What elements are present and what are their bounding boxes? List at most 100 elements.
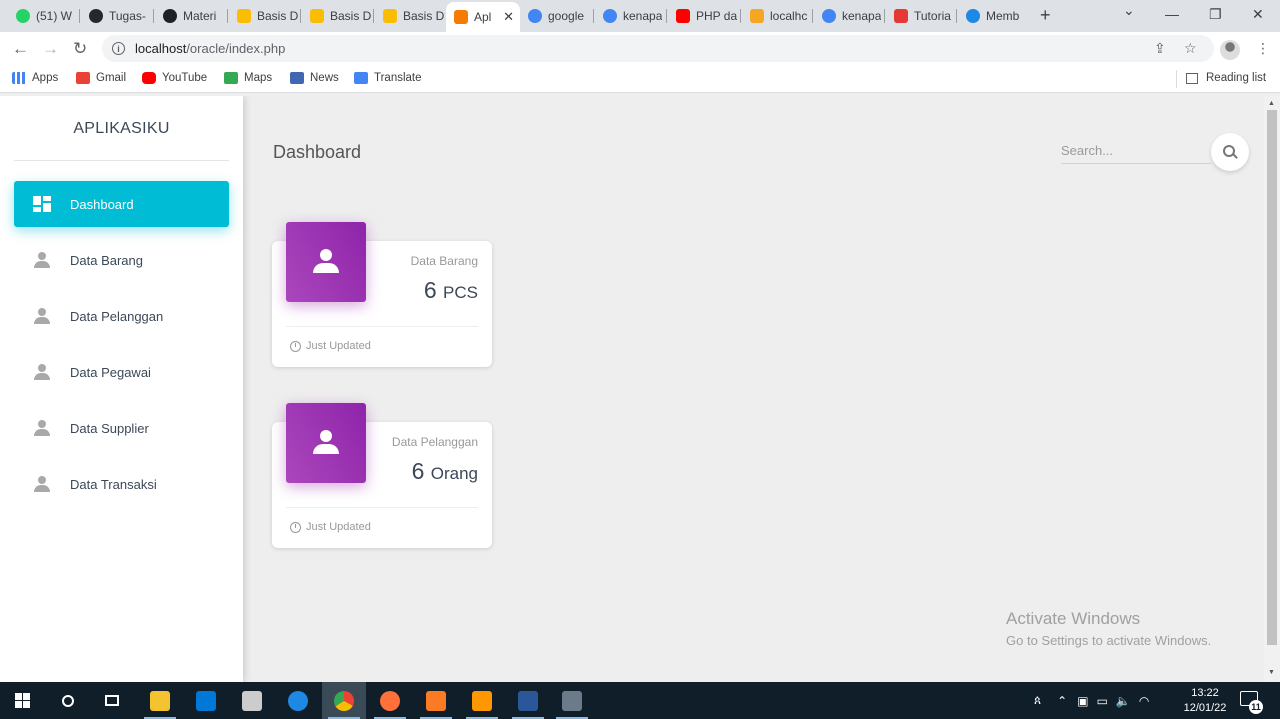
- taskbar: ጰ ⌃ ▣ ▭ 🔈 ◠ 13:22 12/01/22 11: [0, 682, 1280, 719]
- close-window-button[interactable]: ✕: [1252, 6, 1264, 23]
- share-icon[interactable]: ⇪: [1154, 40, 1166, 57]
- bookmark-gmail[interactable]: Gmail: [76, 72, 126, 84]
- menu-kebab-icon[interactable]: ⋮: [1256, 40, 1270, 57]
- browser-tab[interactable]: Basis D: [229, 5, 299, 27]
- card-value: 6 PCS: [423, 277, 478, 303]
- browser-tab[interactable]: localhc: [742, 5, 812, 27]
- tab-separator: [666, 9, 667, 23]
- reload-icon[interactable]: ↻: [73, 39, 87, 59]
- notification-count-badge: 11: [1249, 700, 1263, 714]
- scroll-down-icon[interactable]: ▼: [1268, 669, 1275, 676]
- taskbar-app[interactable]: [184, 682, 228, 719]
- minimize-button[interactable]: —: [1165, 6, 1179, 22]
- stat-card-data-barang: Data Barang 6 PCS Just Updated: [272, 222, 492, 367]
- windows-logo-icon: [14, 693, 30, 708]
- sidebar-item-data-transaksi[interactable]: Data Transaksi: [14, 461, 229, 507]
- page-title[interactable]: Dashboard: [273, 142, 361, 163]
- taskbar-clock[interactable]: 13:22 12/01/22: [1176, 686, 1234, 716]
- browser-tab[interactable]: google: [520, 5, 592, 27]
- tab-separator: [373, 9, 374, 23]
- scroll-up-icon[interactable]: ▲: [1268, 100, 1275, 107]
- taskbar-app[interactable]: [368, 682, 412, 719]
- card-icon-box: [286, 222, 366, 302]
- tutorial-site-icon: [894, 9, 908, 23]
- google-drive-icon: [310, 9, 324, 23]
- taskbar-app[interactable]: [506, 682, 550, 719]
- maps-icon: [224, 72, 238, 84]
- edge-icon: [288, 690, 308, 711]
- sidebar-item-data-pegawai[interactable]: Data Pegawai: [14, 349, 229, 395]
- system-tray: ጰ ⌃ ▣ ▭ 🔈 ◠: [1034, 682, 1149, 719]
- people-icon[interactable]: ጰ: [1034, 693, 1041, 708]
- battery-icon[interactable]: ▭: [1097, 694, 1108, 708]
- taskbar-app[interactable]: [550, 682, 594, 719]
- browser-tab[interactable]: Tugas-: [81, 5, 151, 27]
- sidebar-item-data-pelanggan[interactable]: Data Pelanggan: [14, 293, 229, 339]
- task-view-button[interactable]: [90, 682, 134, 719]
- reading-list-button[interactable]: Reading list: [1186, 72, 1266, 84]
- bookmark-maps[interactable]: Maps: [224, 72, 272, 84]
- taskbar-app[interactable]: [414, 682, 458, 719]
- page-scrollbar[interactable]: ▲ ▼: [1264, 96, 1280, 682]
- scrollbar-thumb[interactable]: [1267, 110, 1277, 645]
- url-path: /oracle/index.php: [186, 41, 286, 56]
- browser-tab[interactable]: kenapa: [595, 5, 665, 27]
- sidebar-item-label: Data Pelanggan: [70, 308, 164, 324]
- browser-tab[interactable]: Materi: [155, 5, 225, 27]
- search-button[interactable]: [1211, 133, 1249, 171]
- brand-logo-text[interactable]: APLIKASIKU: [0, 120, 243, 138]
- bookmark-translate[interactable]: Translate: [354, 72, 422, 84]
- profile-avatar[interactable]: [1220, 40, 1240, 60]
- close-tab-icon[interactable]: ✕: [497, 9, 514, 25]
- bookmark-star-icon[interactable]: ☆: [1184, 40, 1197, 57]
- taskbar-app[interactable]: [322, 682, 366, 719]
- browser-tab-active[interactable]: Apl ✕: [446, 2, 520, 32]
- google-icon: [822, 9, 836, 23]
- browser-toolbar: ← → ↻ i localhost/oracle/index.php ⇪ ☆ ⋮: [0, 32, 1280, 65]
- bookmark-youtube[interactable]: YouTube: [142, 72, 207, 84]
- card-footer: Just Updated: [290, 340, 371, 352]
- taskbar-app[interactable]: [230, 682, 274, 719]
- browser-tab[interactable]: kenapa: [814, 5, 884, 27]
- browser-tabstrip: (51) W Tugas- Materi Basis D Basis D Bas…: [0, 0, 1280, 32]
- page-viewport: APLIKASIKU Dashboard Data Barang Data Pe…: [0, 96, 1264, 682]
- chevron-up-icon[interactable]: ⌃: [1057, 694, 1067, 708]
- address-bar[interactable]: i localhost/oracle/index.php: [102, 35, 1214, 62]
- google-icon: [528, 9, 542, 23]
- divider: [286, 507, 478, 508]
- forward-arrow-icon[interactable]: →: [42, 39, 59, 59]
- github-icon: [89, 9, 103, 23]
- wifi-icon[interactable]: ◠: [1139, 694, 1149, 708]
- taskbar-app[interactable]: [138, 682, 182, 719]
- browser-tab[interactable]: Memb: [958, 5, 1028, 27]
- bookmark-apps[interactable]: Apps: [12, 72, 58, 84]
- browser-tab[interactable]: Tutoria: [886, 5, 956, 27]
- browser-tab[interactable]: Basis D: [302, 5, 372, 27]
- tab-search-chevron-icon[interactable]: ⌄: [1123, 2, 1135, 19]
- youtube-icon: [676, 9, 690, 23]
- network-icon[interactable]: ▣: [1077, 694, 1088, 708]
- browser-tab[interactable]: PHP da: [668, 5, 740, 27]
- new-tab-button[interactable]: +: [1040, 5, 1051, 26]
- sidebar-item-data-supplier[interactable]: Data Supplier: [14, 405, 229, 451]
- task-view-icon: [105, 695, 119, 706]
- restore-button[interactable]: ❐: [1209, 6, 1222, 23]
- bookmark-news[interactable]: News: [290, 72, 339, 84]
- activate-windows-watermark: Activate Windows Go to Settings to activ…: [1006, 609, 1212, 648]
- volume-icon[interactable]: 🔈: [1116, 694, 1131, 708]
- back-arrow-icon[interactable]: ←: [12, 39, 29, 59]
- browser-tab[interactable]: Basis D: [375, 5, 445, 27]
- search-input[interactable]: [1061, 138, 1211, 164]
- site-info-icon[interactable]: i: [112, 42, 125, 55]
- taskbar-app[interactable]: [276, 682, 320, 719]
- browser-tab[interactable]: (51) W: [8, 5, 78, 27]
- start-button[interactable]: [0, 682, 44, 719]
- sidebar-item-dashboard[interactable]: Dashboard: [14, 181, 229, 227]
- taskbar-app[interactable]: [460, 682, 504, 719]
- sidebar-item-data-barang[interactable]: Data Barang: [14, 237, 229, 283]
- taskbar-search-button[interactable]: [46, 682, 90, 719]
- sidebar-item-label: Data Supplier: [70, 420, 149, 436]
- tab-separator: [593, 9, 594, 23]
- divider: [14, 160, 229, 161]
- stat-card-data-pelanggan: Data Pelanggan 6 Orang Just Updated: [272, 403, 492, 548]
